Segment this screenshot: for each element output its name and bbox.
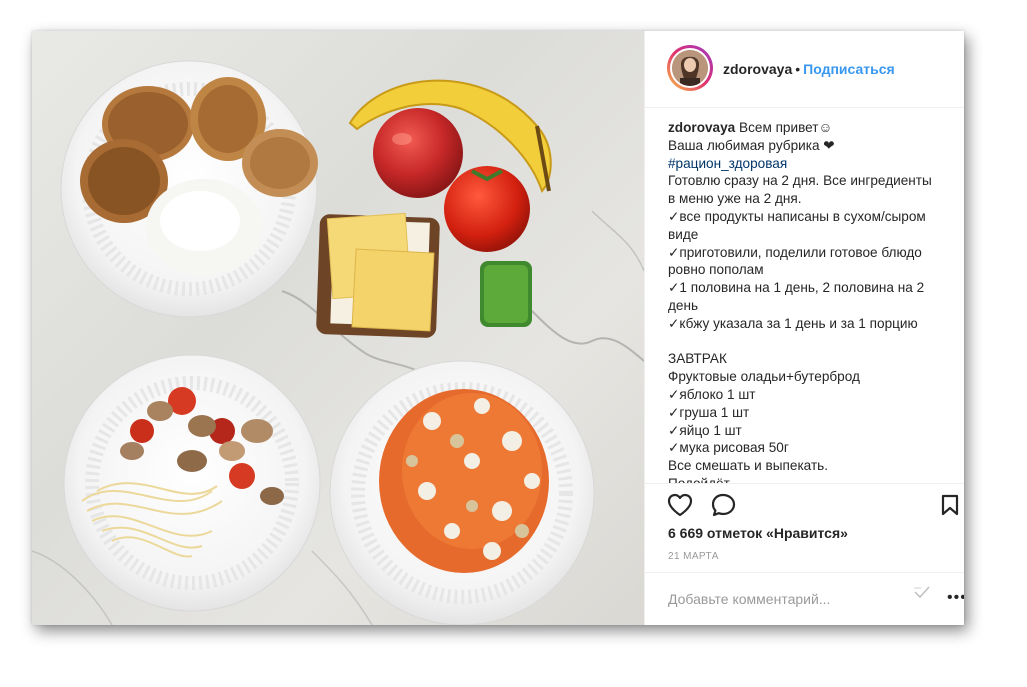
caption-line: ✓яйцо 1 шт	[668, 422, 742, 438]
avatar-image	[672, 50, 708, 86]
caption-line: ✓приготовили, поделили готовое блюдо	[668, 244, 922, 260]
avatar[interactable]	[667, 45, 713, 91]
caption-line: Подойдёт	[668, 475, 952, 483]
likes-count[interactable]: 6 669 отметок «Нравится»	[668, 525, 848, 541]
caption-line: виде	[668, 226, 699, 242]
action-bar	[645, 483, 964, 524]
caption-line: ✓все продукты написаны в сухом/сыром	[668, 208, 926, 224]
comment-section: Добавьте комментарий... •••	[645, 572, 964, 625]
more-options-button[interactable]: •••	[947, 589, 964, 607]
food-photo-illustration	[32, 60, 644, 625]
caption-line: ✓1 половина на 1 день, 2 половина на 2	[668, 280, 925, 296]
comment-input[interactable]: Добавьте комментарий...	[668, 591, 830, 607]
avatar-ring	[670, 48, 710, 88]
caption-hashtag[interactable]: #рацион_здоровая	[668, 155, 952, 173]
follow-button[interactable]: Подписаться	[803, 61, 895, 77]
send-check-icon[interactable]	[913, 585, 931, 604]
caption-line: Все смешать и выпекать.	[668, 458, 829, 474]
person-icon	[672, 50, 708, 86]
post-photo[interactable]	[32, 31, 644, 625]
instagram-post: zdorovaya • Подписаться zdorovaya Всем при…	[32, 31, 964, 625]
bookmark-icon[interactable]	[941, 494, 959, 521]
caption-line: Готовлю сразу на 2 дня. Все ингредиенты	[668, 173, 932, 189]
comment-icon[interactable]	[711, 493, 737, 522]
header-text: zdorovaya • Подписаться	[723, 61, 895, 77]
caption: zdorovaya Всем привет☺ Ваша любимая рубр…	[668, 119, 952, 483]
caption-username[interactable]: zdorovaya	[668, 120, 735, 135]
post-header: zdorovaya • Подписаться	[645, 31, 964, 108]
post-date[interactable]: 21 МАРТА	[668, 551, 719, 562]
post-sidebar: zdorovaya • Подписаться zdorovaya Всем при…	[644, 31, 964, 625]
caption-line: ✓мука рисовая 50г	[668, 440, 789, 456]
caption-line: Ваша любимая рубрика ❤	[668, 137, 835, 153]
caption-line: ✓кбжу указала за 1 день и за 1 порцию	[668, 315, 918, 331]
caption-greeting: Всем привет☺	[735, 120, 833, 135]
caption-line: ЗАВТРАК	[668, 351, 727, 367]
header-username[interactable]: zdorovaya	[723, 61, 792, 77]
caption-line: день	[668, 297, 699, 313]
caption-line: в меню уже на 2 дня.	[668, 191, 802, 207]
caption-line: ✓груша 1 шт	[668, 404, 750, 420]
caption-line: ✓яблоко 1 шт	[668, 386, 756, 402]
caption-first-line: zdorovaya Всем привет☺	[668, 119, 952, 137]
heart-icon[interactable]	[667, 493, 693, 522]
caption-line: ровно пополам	[668, 262, 764, 278]
header-separator: •	[795, 61, 801, 77]
caption-line: Фруктовые оладьи+бутерброд	[668, 369, 860, 385]
